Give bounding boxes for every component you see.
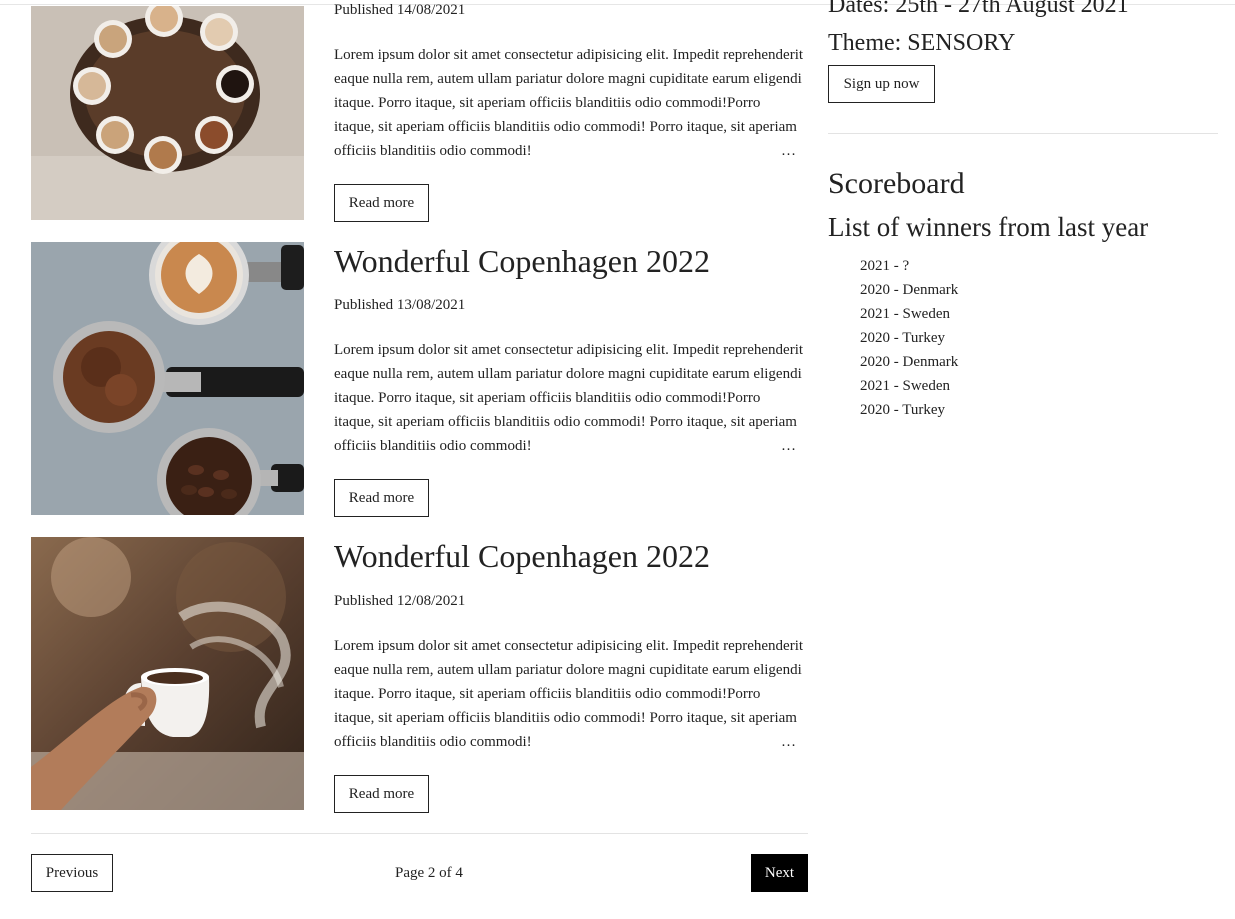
read-more-button[interactable]: Read more	[334, 775, 429, 813]
post-date: Published 13/08/2021	[334, 297, 466, 313]
blog-post: Wonderful Copenhagen 2022 Published 12/0…	[31, 537, 811, 815]
steaming-coffee-cup-illustration	[31, 537, 304, 810]
post-excerpt: Lorem ipsum dolor sit amet consectetur a…	[334, 634, 804, 754]
winner-item: 2020 - Denmark	[860, 354, 959, 370]
post-excerpt: Lorem ipsum dolor sit amet consectetur a…	[334, 338, 804, 458]
next-button[interactable]: Next	[751, 854, 808, 892]
excerpt-ellipsis: …	[779, 730, 796, 754]
post-date: Published 14/08/2021	[334, 2, 466, 18]
event-dates: Dates: 25th - 27th August 2021	[828, 0, 1129, 18]
previous-button[interactable]: Previous	[31, 854, 113, 892]
winner-item: 2021 - Sweden	[860, 306, 950, 322]
post-title[interactable]: Wonderful Copenhagen 2022	[334, 242, 710, 280]
read-more-button[interactable]: Read more	[334, 184, 429, 222]
post-excerpt: Lorem ipsum dolor sit amet consectetur a…	[334, 43, 804, 163]
winner-item: 2021 - Sweden	[860, 378, 950, 394]
post-image	[31, 537, 304, 810]
post-image	[31, 242, 304, 515]
winners-list: 2021 - ? 2020 - Denmark 2021 - Sweden 20…	[860, 254, 958, 422]
espresso-portafilters-illustration	[31, 242, 304, 515]
winner-item: 2020 - Turkey	[860, 330, 946, 346]
post-title[interactable]: Wonderful Copenhagen 2022	[334, 537, 710, 575]
winner-item: 2021 - ?	[860, 258, 910, 274]
excerpt-ellipsis: …	[779, 139, 796, 163]
excerpt-ellipsis: …	[779, 434, 796, 458]
winner-item: 2020 - Denmark	[860, 282, 959, 298]
post-image	[31, 6, 304, 220]
signup-button[interactable]: Sign up now	[828, 65, 935, 103]
blog-post: Published 14/08/2021 Lorem ipsum dolor s…	[31, 0, 811, 230]
page-indicator: Page 2 of 4	[395, 865, 463, 881]
winners-list-title: List of winners from last year	[828, 212, 1149, 242]
event-theme: Theme: SENSORY	[828, 30, 1016, 56]
winner-item: 2020 - Turkey	[860, 402, 946, 418]
sidebar-divider	[828, 133, 1218, 134]
pagination-divider	[31, 833, 808, 834]
post-date: Published 12/08/2021	[334, 593, 466, 609]
coffee-cups-tray-illustration	[31, 6, 304, 220]
read-more-button[interactable]: Read more	[334, 479, 429, 517]
blog-post: Wonderful Copenhagen 2022 Published 13/0…	[31, 242, 811, 518]
scoreboard-title: Scoreboard	[828, 167, 965, 200]
